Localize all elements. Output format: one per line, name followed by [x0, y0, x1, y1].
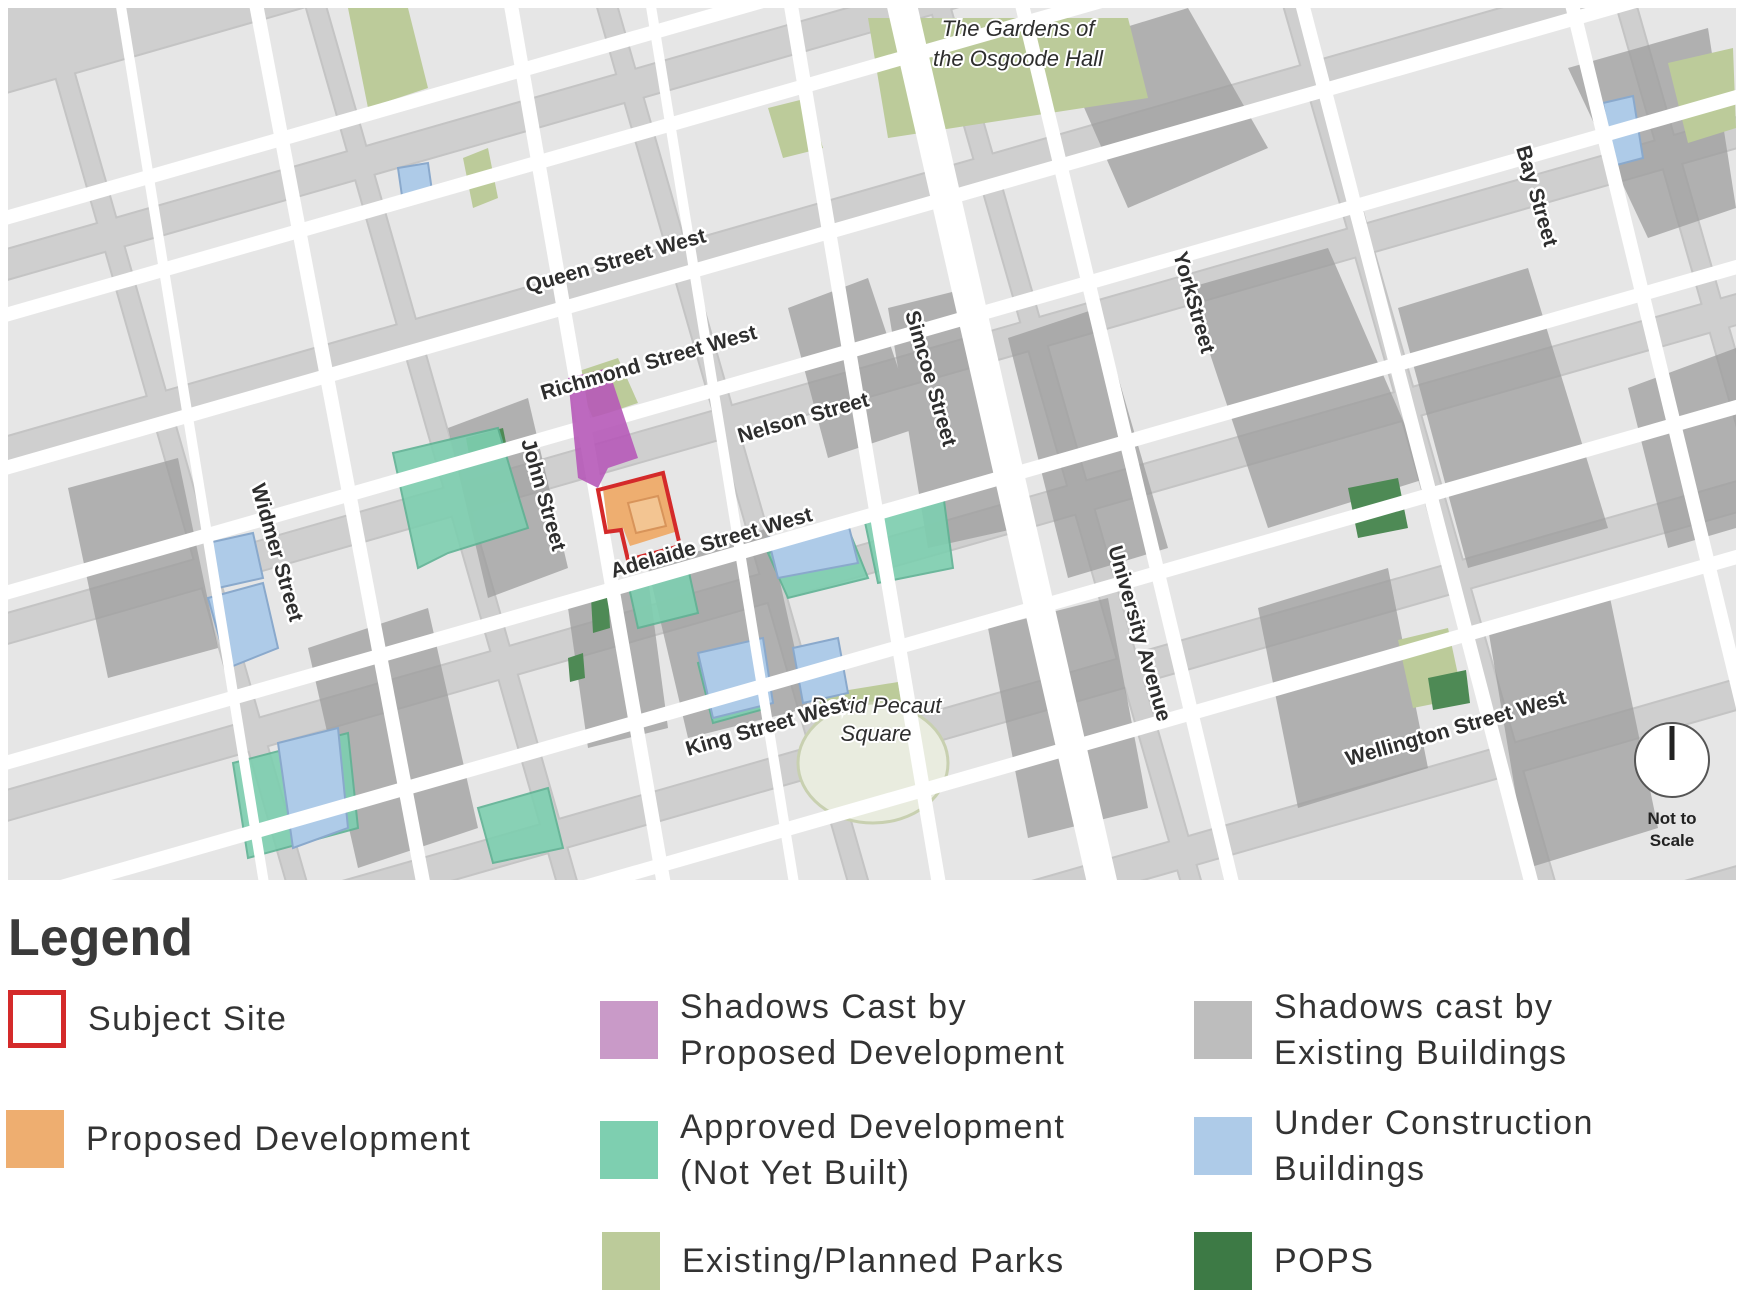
shadows-proposed-swatch	[600, 1001, 658, 1059]
under-construction-swatch	[1194, 1117, 1252, 1175]
legend-label-proposed-development: Proposed Development	[86, 1120, 472, 1158]
legend-item-pops: POPS	[1194, 1232, 1374, 1290]
pecaut-label-2: Square	[841, 721, 912, 746]
proposed-tower	[626, 494, 668, 535]
legend-item-proposed-development: Proposed Development	[6, 1110, 471, 1168]
legend-label-pops: POPS	[1274, 1242, 1375, 1280]
map-panel: The Gardens of the Osgoode Hall David Pe…	[8, 8, 1736, 880]
legend-item-approved-development: Approved Development (Not Yet Built)	[600, 1104, 1065, 1196]
legend-label-shadows-existing: Shadows cast by Existing Buildings	[1274, 988, 1568, 1072]
osgoode-label-1: The Gardens of	[942, 16, 1098, 41]
legend-label-under-construction: Under Construction Buildings	[1274, 1104, 1594, 1188]
legend-item-parks: Existing/Planned Parks	[602, 1232, 1065, 1290]
shadows-existing-swatch	[1194, 1001, 1252, 1059]
subject-site-swatch	[8, 990, 66, 1048]
north-arrow-label-1: Not to	[1647, 809, 1696, 828]
parks-swatch	[602, 1232, 660, 1290]
approved-development-swatch	[600, 1121, 658, 1179]
proposed-development-swatch	[6, 1110, 64, 1168]
legend-item-shadows-proposed: Shadows Cast by Proposed Development	[600, 984, 1065, 1076]
map-canvas: The Gardens of the Osgoode Hall David Pe…	[8, 8, 1736, 880]
north-arrow-label-2: Scale	[1650, 831, 1694, 850]
legend-item-shadows-existing: Shadows cast by Existing Buildings	[1194, 984, 1567, 1076]
legend-label-approved-development: Approved Development (Not Yet Built)	[680, 1108, 1066, 1192]
legend-label-parks: Existing/Planned Parks	[682, 1242, 1065, 1280]
legend-label-subject-site: Subject Site	[88, 1000, 288, 1038]
legend: Legend Subject Site Proposed Development…	[0, 890, 1744, 1290]
legend-label-shadows-proposed: Shadows Cast by Proposed Development	[680, 988, 1066, 1072]
pops-swatch	[1194, 1232, 1252, 1290]
legend-item-subject-site: Subject Site	[8, 990, 287, 1048]
legend-title: Legend	[8, 909, 193, 967]
legend-item-under-construction: Under Construction Buildings	[1194, 1100, 1594, 1192]
osgoode-label-2: the Osgoode Hall	[933, 46, 1104, 71]
